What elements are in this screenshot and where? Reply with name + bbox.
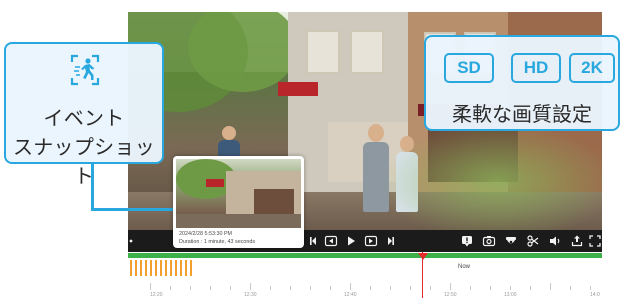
resolution-settings-callout: SD HD 2K 柔軟な画質設定 [424, 35, 620, 131]
playback-timeline[interactable]: Now 12:20 12:30 12:40 12:50 13:00 14:0 [128, 252, 602, 298]
more-icon[interactable] [122, 232, 140, 250]
thumbnail-duration: Duration : 1 minute, 43 seconds [179, 239, 256, 245]
play-icon[interactable] [342, 232, 360, 250]
thumbnail-awning [206, 179, 224, 187]
event-snapshot-line2: スナップショット [12, 137, 156, 188]
event-snapshot-callout: イベント スナップショット [4, 42, 164, 188]
thumbnail-datetime: 2024/2/28 5:53:30 PM [179, 231, 233, 237]
motion-person-icon [69, 53, 101, 87]
video-window [350, 30, 384, 74]
video-person-head [368, 124, 384, 142]
timeline-tick-label: 13:00 [504, 292, 517, 298]
resolution-2k-button[interactable]: 2K [569, 53, 615, 83]
event-thumbnail-card[interactable]: 2024/2/28 5:53:30 PM Duration : 1 minute… [173, 156, 304, 248]
record-icon[interactable] [502, 232, 520, 250]
timeline-tick-label: 12:40 [344, 292, 357, 298]
skip-forward-icon[interactable] [382, 232, 400, 250]
resolution-sd-button[interactable]: SD [444, 53, 494, 83]
video-person-head [222, 126, 236, 140]
skip-back-icon[interactable] [304, 232, 322, 250]
timeline-tick-label: 14:0 [590, 292, 600, 298]
video-awning [278, 82, 318, 96]
volume-icon[interactable] [546, 232, 564, 250]
resolution-hd-button[interactable]: HD [511, 53, 561, 83]
timeline-event-markers [128, 260, 196, 278]
timeline-playhead-marker[interactable] [418, 253, 428, 260]
event-thumbnail-image [176, 159, 301, 228]
share-icon[interactable] [568, 232, 586, 250]
timeline-tick-label: 12:30 [244, 292, 257, 298]
app-stage: Now 12:20 12:30 12:40 12:50 13:00 14:0 2… [0, 0, 630, 298]
clip-icon[interactable] [524, 232, 542, 250]
resolution-caption: 柔軟な画質設定 [452, 104, 592, 126]
forward-icon[interactable] [362, 232, 380, 250]
timeline-tick-label: 12:20 [150, 292, 163, 298]
thumbnail-sidewalk [176, 214, 301, 228]
timeline-now-label: Now [458, 264, 471, 270]
timeline-recorded-bar [128, 253, 602, 258]
fullscreen-icon[interactable] [586, 232, 604, 250]
timeline-ticks [128, 282, 602, 290]
alert-icon[interactable] [458, 232, 476, 250]
event-snapshot-line1: イベント [43, 108, 125, 130]
video-window [306, 30, 340, 74]
snapshot-icon[interactable] [480, 232, 498, 250]
rewind-icon[interactable] [322, 232, 340, 250]
timeline-tick-label: 12:50 [444, 292, 457, 298]
